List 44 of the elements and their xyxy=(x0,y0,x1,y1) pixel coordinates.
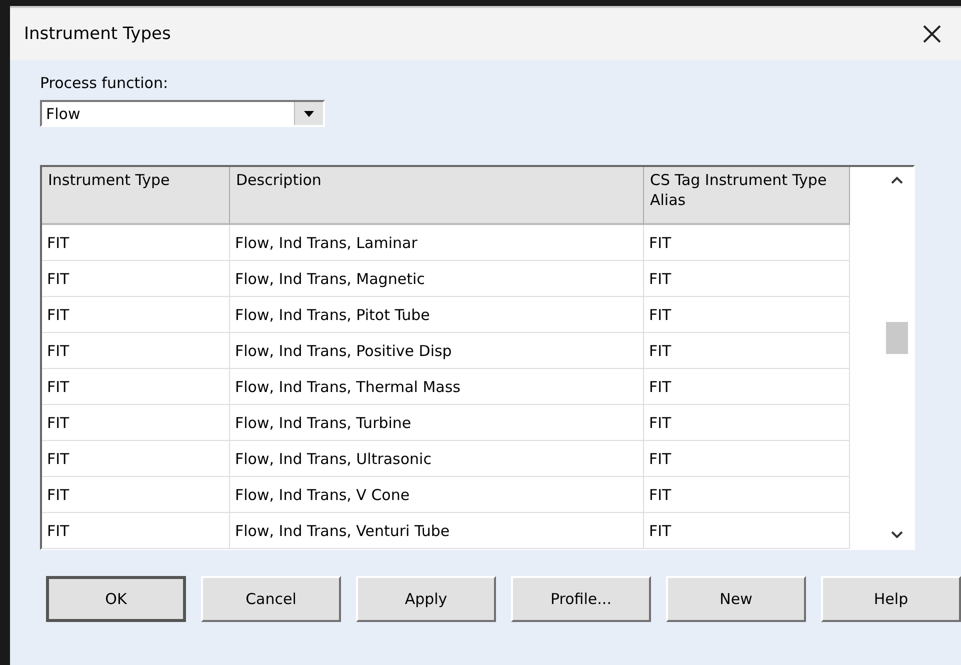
table-cell: FIT xyxy=(644,333,850,369)
process-function-dropdown[interactable]: Flow xyxy=(40,100,325,127)
dialog-button[interactable]: New xyxy=(666,576,806,622)
table-cell: FIT xyxy=(42,405,230,441)
dialog-button[interactable]: OK xyxy=(46,576,186,622)
table-cell: FIT xyxy=(42,333,230,369)
table-cell: Flow, Ind Trans, Magnetic xyxy=(230,261,644,297)
dialog-button[interactable]: Help xyxy=(821,576,961,622)
field-label: Process function: xyxy=(40,74,169,92)
column-header[interactable]: CS Tag Instrument Type Alias xyxy=(644,167,850,225)
table-cell: Flow, Ind Trans, Positive Disp xyxy=(230,333,644,369)
table-cell: FIT xyxy=(644,405,850,441)
close-icon[interactable] xyxy=(921,23,943,45)
table-cell: Flow, Ind Trans, Laminar xyxy=(230,225,644,261)
table-cell: FIT xyxy=(644,513,850,549)
scroll-up-icon[interactable] xyxy=(890,175,904,185)
column-header[interactable]: Description xyxy=(230,167,644,225)
table-cell: FIT xyxy=(42,477,230,513)
table-cell: FIT xyxy=(644,225,850,261)
table-cell: FIT xyxy=(644,297,850,333)
window-title: Instrument Types xyxy=(24,24,171,44)
table-cell: FIT xyxy=(644,369,850,405)
table-cell: FIT xyxy=(42,369,230,405)
table-cell: Flow, Ind Trans, Pitot Tube xyxy=(230,297,644,333)
dropdown-arrow-icon xyxy=(303,110,315,118)
scroll-down-icon[interactable] xyxy=(890,530,904,540)
table-cell: FIT xyxy=(644,441,850,477)
table-cell: FIT xyxy=(42,297,230,333)
table-cell: FIT xyxy=(644,261,850,297)
table-cell: FIT xyxy=(644,477,850,513)
table-cell: Flow, Ind Trans, Venturi Tube xyxy=(230,513,644,549)
dialog-button[interactable]: Cancel xyxy=(201,576,341,622)
table-cell: Flow, Ind Trans, Ultrasonic xyxy=(230,441,644,477)
table-cell: Flow, Ind Trans, V Cone xyxy=(230,477,644,513)
scrollbar-thumb[interactable] xyxy=(886,322,908,354)
table-cell: Flow, Ind Trans, Turbine xyxy=(230,405,644,441)
column-header[interactable]: Instrument Type xyxy=(42,167,230,225)
table-cell: Flow, Ind Trans, Thermal Mass xyxy=(230,369,644,405)
table-cell: FIT xyxy=(42,441,230,477)
table-cell: FIT xyxy=(42,261,230,297)
table-cell: FIT xyxy=(42,225,230,261)
dialog-button[interactable]: Apply xyxy=(356,576,496,622)
dialog-button[interactable]: Profile... xyxy=(511,576,651,622)
table-cell: FIT xyxy=(42,513,230,549)
